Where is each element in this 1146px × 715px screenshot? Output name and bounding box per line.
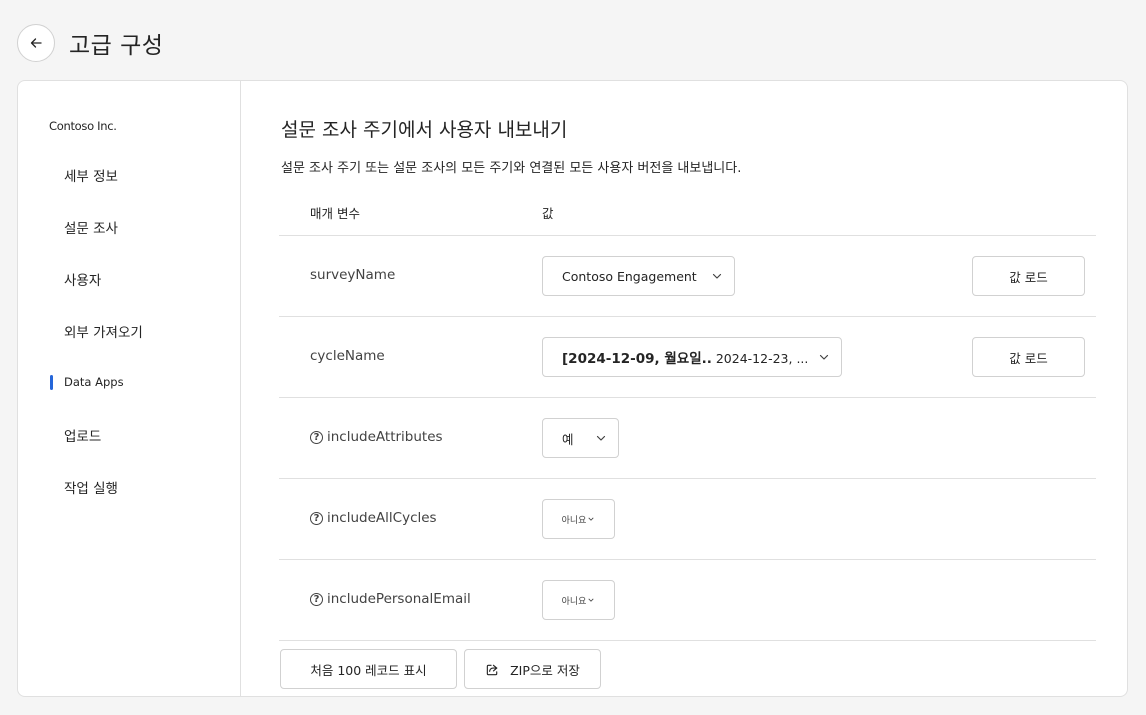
param-label: ? includePersonalEmail	[310, 591, 471, 607]
param-name: includeAllCycles	[327, 510, 437, 526]
page-title: 고급 구성	[69, 33, 164, 59]
sidebar-item-users[interactable]: 사용자	[64, 269, 101, 289]
share-icon	[486, 664, 498, 675]
dropdown-value: 아니요	[561, 515, 587, 526]
sidebar-item-data-apps[interactable]: Data Apps	[64, 375, 124, 389]
param-name: includeAttributes	[327, 429, 443, 445]
active-indicator	[50, 375, 53, 390]
param-label: cycleName	[310, 348, 385, 364]
param-label: surveyName	[310, 267, 395, 283]
dropdown-value: 예	[562, 431, 574, 447]
chevron-down-icon	[588, 517, 595, 521]
main-panel: 설문 조사 주기에서 사용자 내보내기 설문 조사 주기 또는 설문 조사의 모…	[240, 81, 1127, 696]
help-icon[interactable]: ?	[310, 592, 323, 606]
dropdown-value: 아니요	[561, 596, 587, 607]
chevron-down-icon	[819, 354, 829, 360]
load-values-button[interactable]: 값 로드	[972, 337, 1085, 377]
column-header-value: 값	[542, 206, 554, 221]
section-description: 설문 조사 주기 또는 설문 조사의 모든 주기와 연결된 모든 사용자 버전을…	[281, 161, 742, 176]
param-name: surveyName	[310, 267, 396, 283]
param-name: includePersonalEmail	[327, 591, 471, 607]
include-attributes-dropdown[interactable]: 예	[542, 418, 619, 458]
chevron-down-icon	[596, 435, 606, 441]
sidebar: Contoso Inc. 세부 정보 설문 조사 사용자 외부 가져오기 Dat…	[18, 81, 241, 696]
page-header: 고급 구성	[17, 24, 163, 62]
include-personal-email-dropdown[interactable]: 아니요	[542, 580, 615, 620]
dropdown-value: Contoso Engagement	[562, 268, 697, 284]
divider	[279, 316, 1096, 317]
chevron-down-icon	[712, 273, 722, 279]
param-name: cycleName	[310, 348, 385, 364]
survey-name-dropdown[interactable]: Contoso Engagement	[542, 256, 735, 296]
save-as-zip-button[interactable]: ZIP으로 저장	[464, 649, 601, 689]
back-button[interactable]	[17, 24, 55, 62]
include-all-cycles-dropdown[interactable]: 아니요	[542, 499, 615, 539]
chevron-down-icon	[588, 598, 595, 602]
help-icon[interactable]: ?	[310, 430, 323, 444]
content-card: Contoso Inc. 세부 정보 설문 조사 사용자 외부 가져오기 Dat…	[17, 80, 1128, 697]
save-zip-label: ZIP으로 저장	[510, 662, 580, 678]
dropdown-value-bold: [2024-12-09, 월요일..	[562, 351, 712, 367]
sidebar-item-upload[interactable]: 업로드	[64, 425, 101, 445]
param-label: ? includeAllCycles	[310, 510, 437, 526]
column-header-parameter: 매개 변수	[310, 206, 360, 221]
divider	[279, 478, 1096, 479]
sidebar-item-external-import[interactable]: 외부 가져오기	[64, 321, 143, 341]
show-first-100-records-button[interactable]: 처음 100 레코드 표시	[280, 649, 457, 689]
divider	[279, 640, 1096, 641]
sidebar-item-run-job[interactable]: 작업 실행	[64, 477, 118, 497]
divider	[279, 235, 1096, 236]
cycle-name-dropdown[interactable]: [2024-12-09, 월요일.. 2024-12-23, ...	[542, 337, 842, 377]
dropdown-value: [2024-12-09, 월요일.. 2024-12-23, ...	[562, 347, 807, 367]
sidebar-item-details[interactable]: 세부 정보	[64, 165, 118, 185]
help-icon[interactable]: ?	[310, 511, 323, 525]
dropdown-value-rest: 2024-12-23, ...	[711, 351, 807, 366]
arrow-left-icon	[30, 38, 42, 48]
divider	[279, 559, 1096, 560]
divider	[279, 397, 1096, 398]
sidebar-item-surveys[interactable]: 설문 조사	[64, 217, 118, 237]
load-values-button[interactable]: 값 로드	[972, 256, 1085, 296]
param-label: ? includeAttributes	[310, 429, 443, 445]
org-name: Contoso Inc.	[49, 119, 117, 133]
section-title: 설문 조사 주기에서 사용자 내보내기	[281, 119, 568, 141]
